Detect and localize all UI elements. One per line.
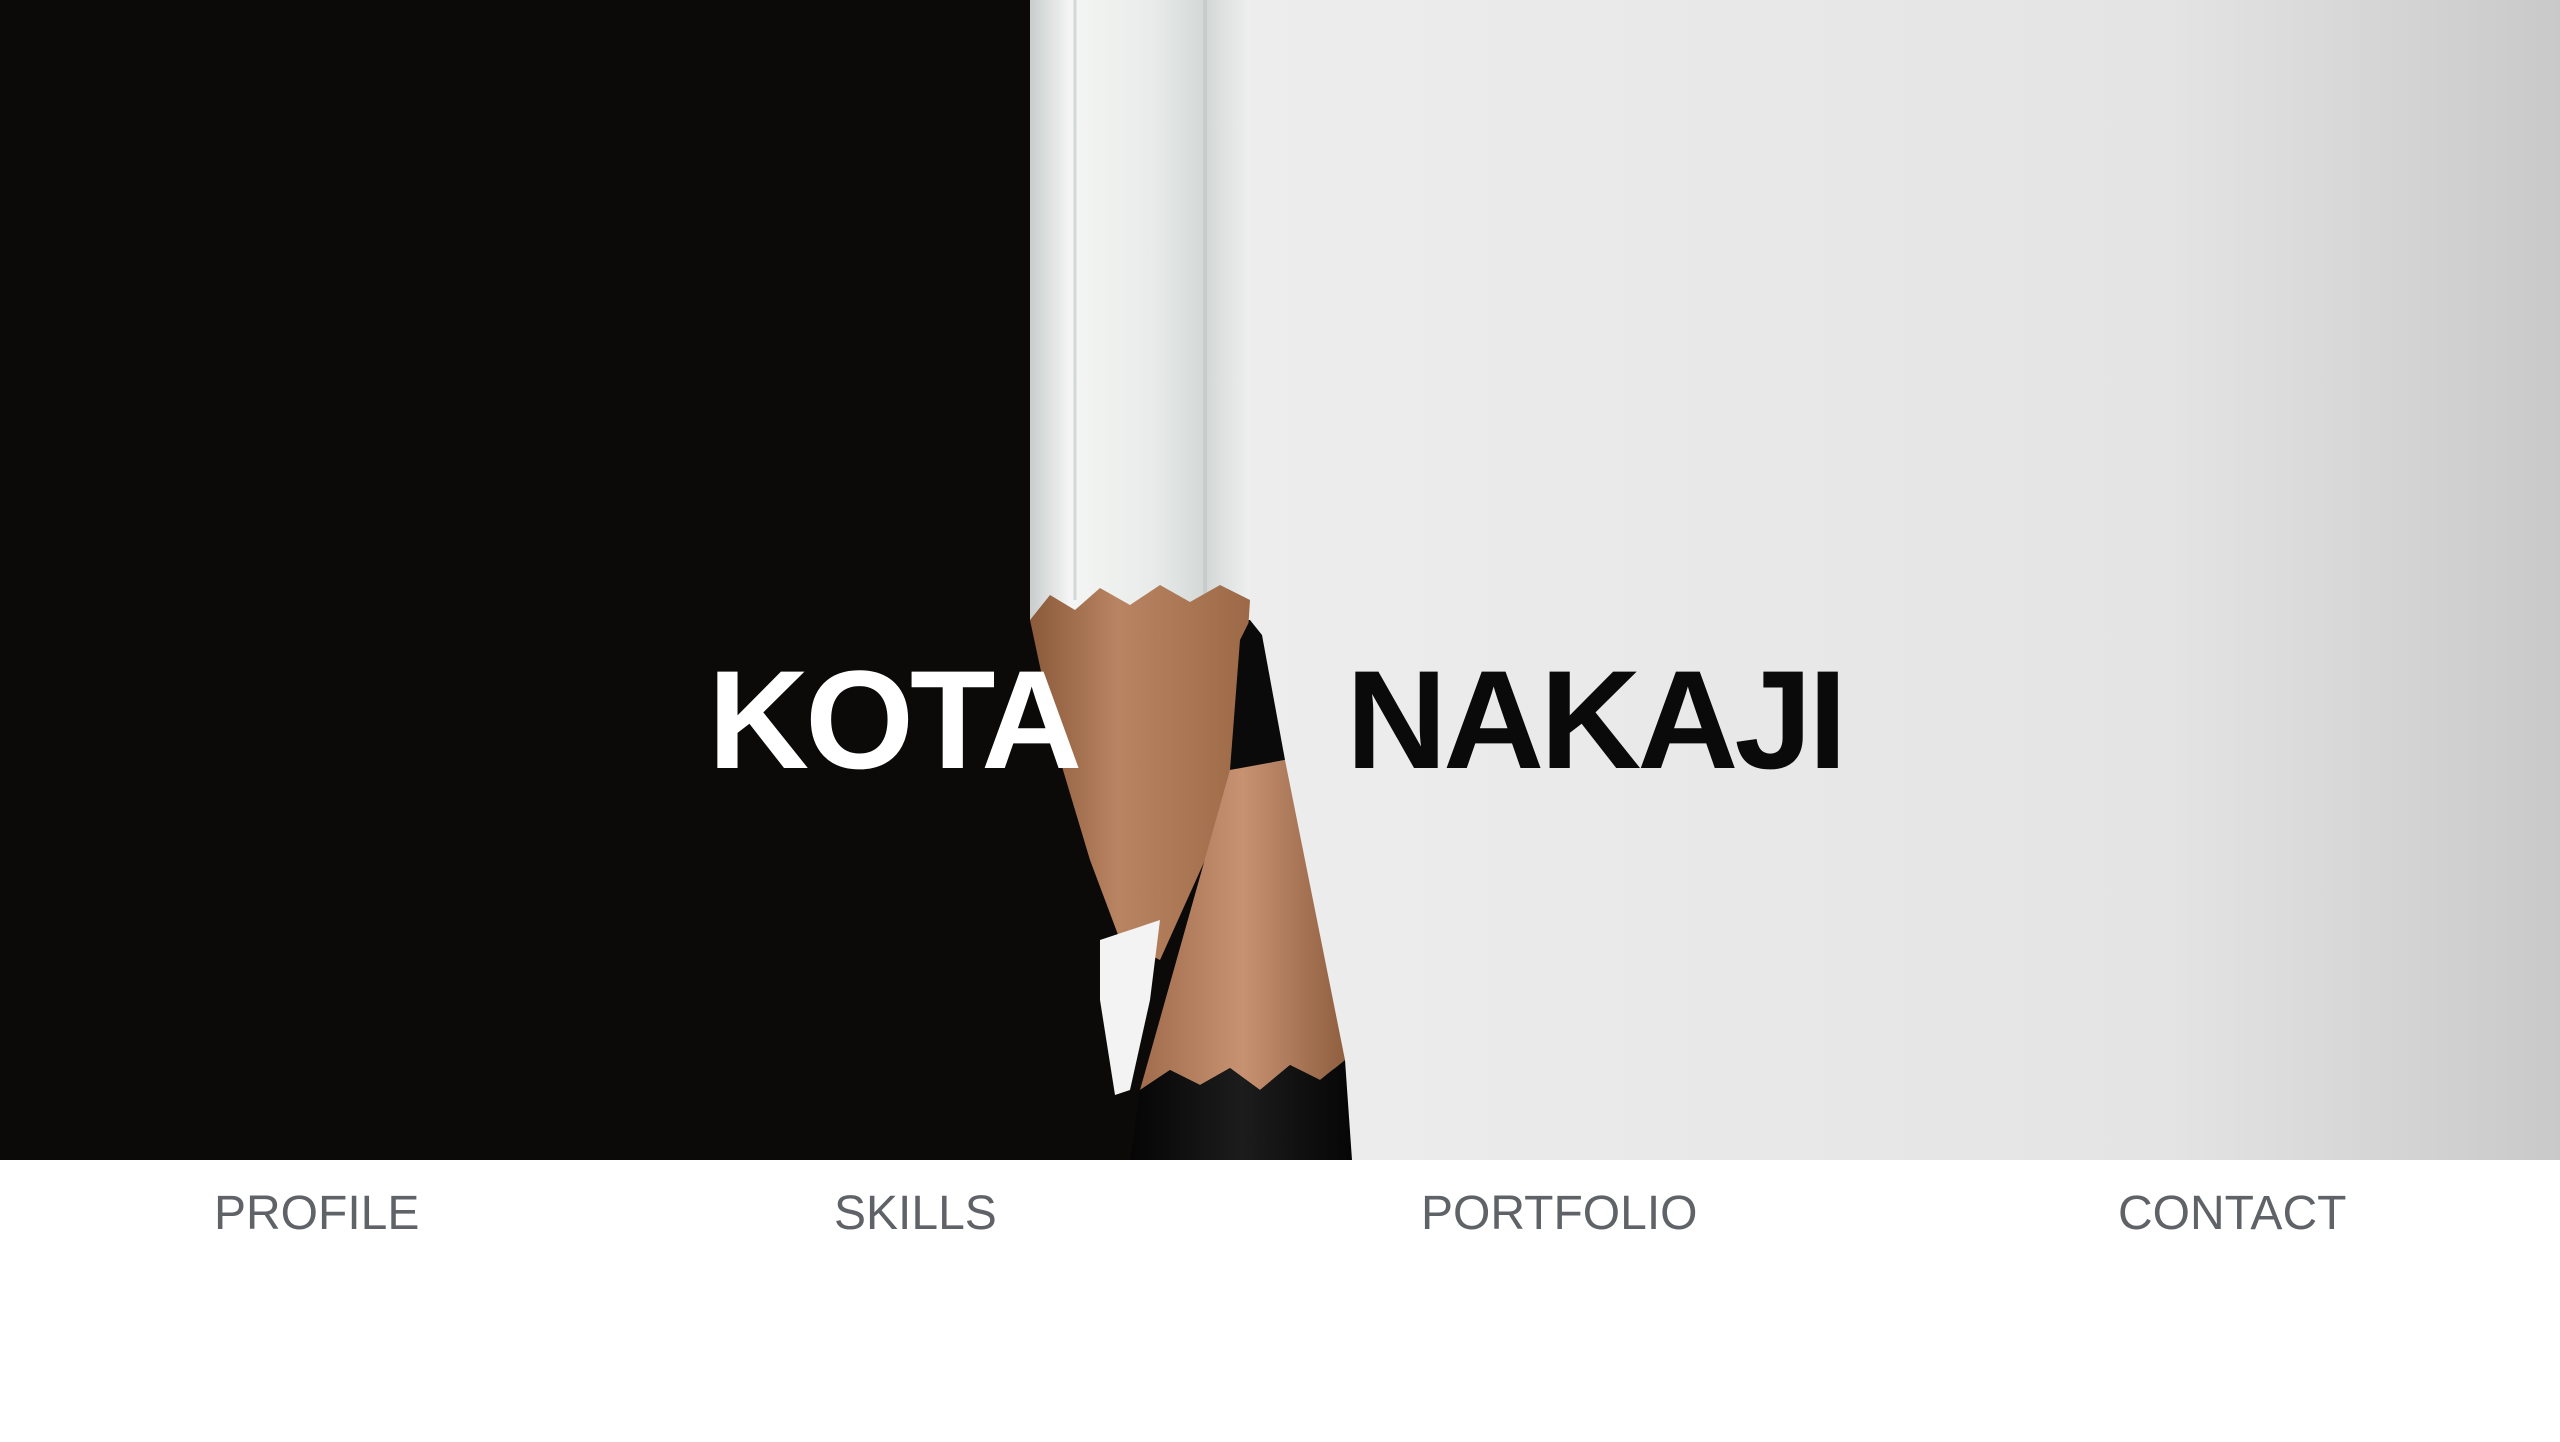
nav-link-contact[interactable]: CONTACT xyxy=(2118,1186,2346,1242)
dark-background xyxy=(0,0,1120,1160)
hero-first-name: KOTA xyxy=(708,641,1082,798)
nav-link-skills[interactable]: SKILLS xyxy=(834,1186,997,1242)
nav-link-profile[interactable]: PROFILE xyxy=(214,1186,419,1242)
hero-last-name: NAKAJI xyxy=(1346,641,1847,798)
hero-section: KOTA NAKAJI xyxy=(0,0,2560,1160)
nav-link-portfolio[interactable]: PORTFOLIO xyxy=(1421,1186,1698,1242)
hero-image-pencils xyxy=(0,0,2560,1160)
white-pencil-body xyxy=(1030,0,1250,620)
